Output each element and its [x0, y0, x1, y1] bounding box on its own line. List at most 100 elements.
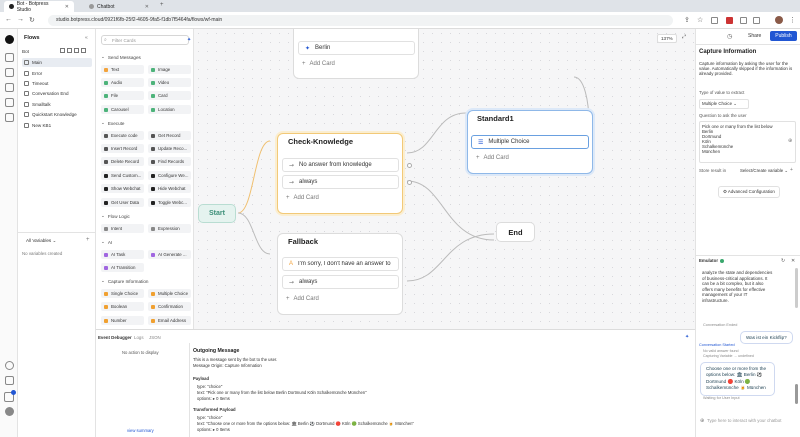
section-flow-logic[interactable]: ⌄ Flow Logic: [101, 213, 130, 219]
user-avatar[interactable]: [5, 407, 14, 416]
flow-item-conversation-end[interactable]: Conversation End: [22, 89, 92, 98]
flow-item-quickstart-knowledge[interactable]: Quickstart Knowledge: [22, 110, 92, 119]
ai-sparkle-icon[interactable]: ✦: [685, 334, 689, 340]
tables-nav-icon[interactable]: [5, 83, 14, 92]
expand-icon[interactable]: [81, 48, 86, 53]
card-execute-code[interactable]: Execute code: [101, 131, 144, 140]
node-start[interactable]: Start: [198, 204, 236, 223]
card-multiple-choice[interactable]: Multiple Choice: [148, 289, 191, 298]
node-end[interactable]: End: [496, 222, 535, 242]
browser-tab-chatbot[interactable]: Chatbot ✕: [84, 1, 154, 12]
collapse-panel-icon[interactable]: «: [85, 35, 88, 41]
tab-json[interactable]: JSON: [149, 335, 161, 340]
card-find-records[interactable]: Find Records: [148, 157, 191, 166]
share-button[interactable]: Share: [748, 33, 761, 39]
refresh-icon[interactable]: ↻: [781, 258, 785, 264]
sort-icon[interactable]: [74, 48, 79, 53]
card-show-webchat[interactable]: Show Webchat: [101, 184, 144, 193]
publish-button[interactable]: Publish: [770, 31, 797, 41]
card-audio[interactable]: Audio: [101, 78, 144, 87]
output-port[interactable]: [407, 180, 412, 185]
card-ai-transition[interactable]: AI Transition: [101, 263, 144, 272]
card-row-always[interactable]: ⇾ always: [282, 275, 399, 289]
ai-sparkle-icon[interactable]: ✦: [187, 37, 191, 43]
flow-item-smalltalk[interactable]: Smalltalk: [22, 100, 92, 109]
chat-input[interactable]: Type here to interact with your chatbot: [707, 418, 792, 423]
scrollbar[interactable]: [795, 268, 798, 308]
add-card-button[interactable]: + Add Card: [476, 155, 509, 161]
add-card-button[interactable]: + Add Card: [286, 195, 319, 201]
browser-tab-botpress[interactable]: Bot - Botpress Studio ✕: [4, 1, 74, 13]
add-card-button[interactable]: + Add Card: [302, 61, 335, 67]
card-number[interactable]: Number: [101, 316, 144, 325]
section-execute[interactable]: ⌄ Execute: [101, 120, 124, 126]
botpress-logo[interactable]: [5, 35, 14, 44]
card-video[interactable]: Video: [148, 78, 191, 87]
search-nav-icon[interactable]: [5, 361, 14, 370]
card-ai-task[interactable]: AI Task: [101, 250, 144, 259]
extension-icon[interactable]: [711, 17, 718, 24]
flow-item-new-kb1[interactable]: New KB1: [22, 121, 92, 130]
code-nav-icon[interactable]: [5, 376, 14, 385]
close-tab-icon[interactable]: ✕: [145, 4, 149, 10]
card-expression[interactable]: Expression: [148, 224, 191, 233]
flow-item-error[interactable]: Error: [22, 69, 92, 78]
scrollbar-thumb[interactable]: [795, 384, 798, 404]
knowledge-nav-icon[interactable]: [5, 68, 14, 77]
card-row-fallback-text[interactable]: A I'm sorry, I don't have an answer to ..…: [282, 257, 399, 271]
history-icon[interactable]: ◷: [727, 33, 732, 40]
card-text[interactable]: Text: [101, 65, 144, 74]
card-update-record[interactable]: Update Reco...: [148, 144, 191, 153]
card-image[interactable]: Image: [148, 65, 191, 74]
browser-menu-icon[interactable]: ⋮: [789, 16, 796, 24]
payload-line[interactable]: options: ▸ 0 Items: [197, 396, 230, 401]
add-variable-icon[interactable]: +: [86, 237, 90, 243]
advanced-configuration-button[interactable]: ⚙ Advanced Configuration: [718, 186, 780, 198]
type-select[interactable]: Multiple Choice ⌄: [699, 99, 749, 109]
sidebar-toggle-icon[interactable]: [753, 17, 760, 24]
translate-icon[interactable]: ⊕: [788, 138, 792, 144]
close-emulator-icon[interactable]: ✕: [791, 258, 795, 264]
card-get-record[interactable]: Get Record: [148, 131, 191, 140]
share-page-icon[interactable]: ⇪: [684, 16, 690, 24]
forward-icon[interactable]: →: [17, 16, 24, 23]
card-row-berlin[interactable]: ✦ Berlin: [298, 41, 415, 55]
profile-avatar[interactable]: [775, 16, 783, 24]
flow-item-timeout[interactable]: Timeout: [22, 79, 92, 88]
tab-event-debugger[interactable]: Event Debugger: [98, 335, 132, 340]
section-capture-information[interactable]: ⌄ Capture Information: [101, 278, 148, 284]
add-card-button[interactable]: + Add Card: [286, 296, 319, 302]
filter-cards-input[interactable]: Filter Cards: [101, 35, 189, 45]
card-email-address[interactable]: Email Address: [148, 316, 191, 325]
card-file[interactable]: File: [101, 91, 144, 100]
extension-icon[interactable]: [740, 17, 747, 24]
card-configure-webchat[interactable]: Configure We...: [148, 171, 191, 180]
url-input[interactable]: studio.botpress.cloud/0921f6fb-25f2-4605…: [48, 15, 673, 26]
new-folder-icon[interactable]: [60, 48, 65, 53]
card-hide-webchat[interactable]: Hide Webchat: [148, 184, 191, 193]
store-variable-select[interactable]: Select/Create variable ⌄: [740, 168, 788, 174]
view-summary-link[interactable]: view summary: [127, 428, 154, 433]
new-tab-icon[interactable]: +: [160, 2, 164, 8]
question-editor[interactable]: Pick one or many from the list below Ber…: [699, 121, 796, 163]
back-icon[interactable]: ←: [5, 16, 12, 23]
close-tab-icon[interactable]: ✕: [65, 4, 69, 10]
card-intent[interactable]: Intent: [101, 224, 144, 233]
output-port[interactable]: [407, 163, 412, 168]
card-row-multiple-choice[interactable]: ☰ Multiple Choice: [471, 135, 589, 149]
card-ai-generate[interactable]: AI Generate ...: [148, 250, 191, 259]
attach-icon[interactable]: ⊕: [700, 418, 704, 424]
section-ai[interactable]: ⌄ AI: [101, 239, 112, 245]
transformed-line[interactable]: options: ▸ 0 Items: [197, 427, 230, 432]
card-row-always[interactable]: ⇾ always: [282, 175, 399, 189]
card-single-choice[interactable]: Single Choice: [101, 289, 144, 298]
card-carousel[interactable]: Carousel: [101, 105, 144, 114]
section-send-messages[interactable]: ⌄ Send Messages: [101, 54, 141, 60]
library-nav-icon[interactable]: [5, 98, 14, 107]
card-row-no-answer[interactable]: ⇾ No answer from knowledge: [282, 158, 399, 172]
flows-nav-icon[interactable]: [5, 53, 14, 62]
reload-icon[interactable]: ↻: [29, 16, 35, 24]
card-toggle-webchat[interactable]: Toggle Webc...: [148, 198, 191, 207]
extension-red-icon[interactable]: [726, 17, 733, 24]
card-send-custom[interactable]: Send Custom...: [101, 171, 144, 180]
